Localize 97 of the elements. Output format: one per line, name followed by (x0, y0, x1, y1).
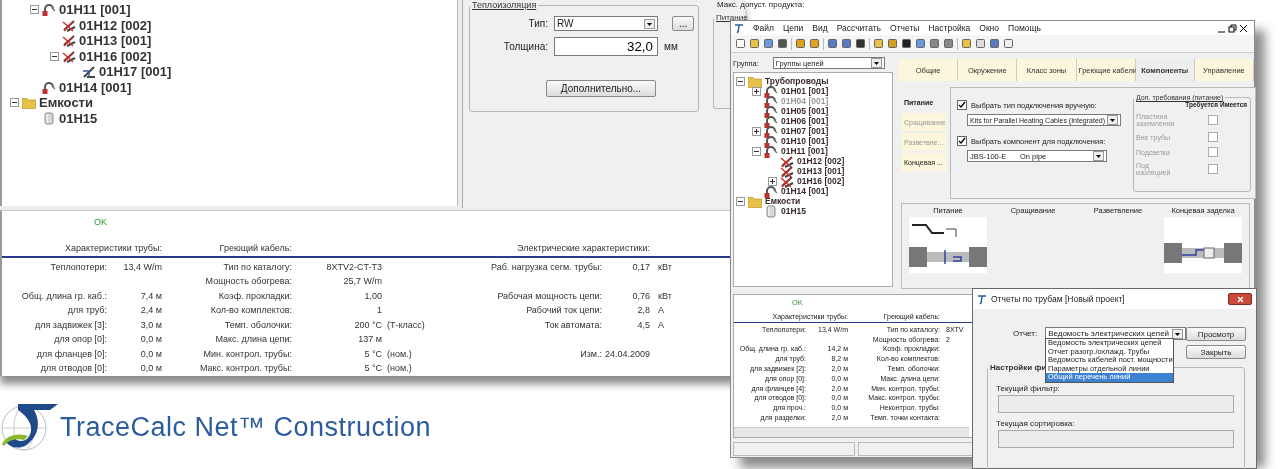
tree-item[interactable]: 01H13 [001] (797, 166, 845, 176)
unit-label: кВт (657, 260, 673, 274)
field-value: 5 °C (363, 362, 382, 375)
field-value: 3,0 м (139, 318, 162, 332)
field-label: Общ. длина гр. каб.: (20, 289, 107, 303)
menu-item[interactable]: Отчеты (890, 23, 920, 33)
field-label: Коэф. прокладки: (217, 289, 292, 303)
field-label: Мощность обогрева: (204, 275, 292, 288)
tree-item[interactable]: 01H11 [001] (781, 146, 828, 156)
browse-button[interactable]: ... (672, 16, 695, 31)
field-label: для опор [0]: (53, 333, 107, 346)
thickness-field[interactable]: 32,0 (554, 37, 658, 56)
menu-item[interactable]: Настройка (928, 23, 971, 33)
unit-label: А (657, 304, 665, 317)
tree-item[interactable]: Емкости (39, 95, 93, 111)
field-label: Толщина: (502, 41, 548, 52)
field-value: 0,0 м (139, 362, 162, 375)
group-title: Теплоизоляция (471, 0, 538, 10)
field-label: для задвижек [3]: (33, 318, 107, 332)
field-label: Раб. нагрузка сегм. трубы: (489, 260, 602, 274)
tree-item[interactable]: 01H14 [001] (781, 186, 829, 196)
field-label: Макс. допуст. продукта: (717, 0, 805, 9)
unit-label: мм (664, 41, 678, 52)
field-note: (ном.) (386, 362, 413, 375)
field-label: Текущий фильтр: (996, 384, 1060, 393)
field-note: (Т-класс) (386, 318, 426, 332)
field-label: Макс. длина цепи: (214, 333, 292, 346)
field-label: Мин. контрол. трубы: (202, 347, 292, 361)
preview-button[interactable]: Просмотр (1186, 327, 1246, 341)
field-value: 2,8 (636, 304, 650, 317)
tree-item[interactable]: Емкости (765, 196, 801, 206)
tree-item[interactable]: Трубопроводы (765, 76, 829, 86)
dialog-title: Отчеты по трубам [Новый проект] (991, 294, 1125, 304)
field-value: 4,5 (636, 318, 650, 332)
tree-item[interactable]: 01H06 [001] (781, 116, 829, 126)
field-label: Отчет: (1013, 329, 1038, 338)
group-title: Питание (715, 13, 749, 22)
type-dropdown[interactable]: RW (554, 16, 658, 31)
field-label: для отводов [0]: (39, 362, 107, 375)
tree-item[interactable]: 01H12 [002] (79, 17, 152, 33)
tree-item[interactable]: 01H05 [001] (781, 106, 829, 116)
field-label: для труб: (66, 304, 107, 317)
field-value: 8XTV2-CT-T3 (325, 260, 382, 274)
field-label: Макс. контрол. трубы: (198, 362, 292, 375)
field-label: Текущая сортировка: (996, 419, 1075, 428)
field-label: Теплопотери: (49, 260, 107, 274)
tree-item[interactable]: 01H10 [001] (781, 136, 829, 146)
field-value: 200 °C (353, 318, 382, 332)
tree-item[interactable]: 01H16 [002] (797, 176, 845, 186)
tree-item[interactable]: 01H15 (59, 110, 98, 126)
field-value: 13,4 W/m (122, 260, 162, 274)
field-value: 137 м (357, 333, 382, 346)
field-value: 25,7 W/m (342, 275, 382, 288)
menu-item[interactable]: Рассчитать (836, 23, 882, 33)
tree-item[interactable]: 01H07 [001] (781, 126, 829, 136)
tree-item[interactable]: 01H13 [001] (79, 33, 152, 49)
field-value: 0,0 м (139, 347, 162, 361)
tree-item[interactable]: 01H16 [002] (79, 48, 152, 64)
tree-item[interactable]: 01H12 [002] (797, 156, 845, 166)
tree-item[interactable]: 01H17 [001] (99, 64, 172, 80)
field-label: Тип по каталогу: (222, 260, 292, 274)
field-label: Тип: (527, 18, 548, 29)
more-button[interactable]: Дополнительно... (546, 80, 656, 97)
logo-text: TraceCalc Net™ Construction (60, 411, 432, 443)
field-value: 1,00 (363, 289, 382, 303)
menu-item[interactable]: Помощь (1008, 23, 1041, 33)
tree-item[interactable]: 01H14 [001] (59, 79, 132, 95)
menu-item[interactable]: Вид (812, 23, 828, 33)
field-label: Изм.: (579, 347, 602, 361)
section-header: Характеристики трубы: (64, 242, 162, 255)
field-value: 0,17 (631, 260, 650, 274)
section-header: Греющий кабель: (218, 242, 292, 255)
unit-label: кВт (657, 289, 673, 303)
field-value: 24.04.2009 (603, 347, 650, 361)
menu-item[interactable]: Файл (753, 23, 774, 33)
field-value: 1 (376, 304, 382, 317)
field-note: (ном.) (386, 347, 413, 361)
field-label: Ток автомата: (543, 318, 602, 332)
unit-label: А (657, 318, 665, 332)
field-label: Рабочий ток цепи: (525, 304, 602, 317)
field-label: Кол-во комплектов: (209, 304, 292, 317)
close-report-button[interactable]: Закрыть (1186, 345, 1246, 359)
field-label: Темп. оболочки: (223, 318, 292, 332)
field-value: 7,4 м (139, 289, 162, 303)
tree-item[interactable]: 01H01 [001] (781, 86, 829, 96)
field-label: Рабочая мощность цепи: (496, 289, 602, 303)
field-value: 5 °C (363, 347, 382, 361)
field-value: 2,4 м (139, 304, 162, 317)
status-text: OK (94, 217, 107, 227)
menu-item[interactable]: Окно (979, 23, 1000, 33)
field-value: 0,76 (631, 289, 650, 303)
section-header: Электрические характеристики: (516, 242, 650, 255)
field-label: для фланцев [0]: (35, 347, 107, 361)
tree-item[interactable]: 01H15 (781, 206, 807, 216)
field-value: 0,0 м (139, 333, 162, 346)
tree-item[interactable]: 01H11 [001] (59, 2, 131, 18)
menu-item[interactable]: Цепи (782, 23, 804, 33)
